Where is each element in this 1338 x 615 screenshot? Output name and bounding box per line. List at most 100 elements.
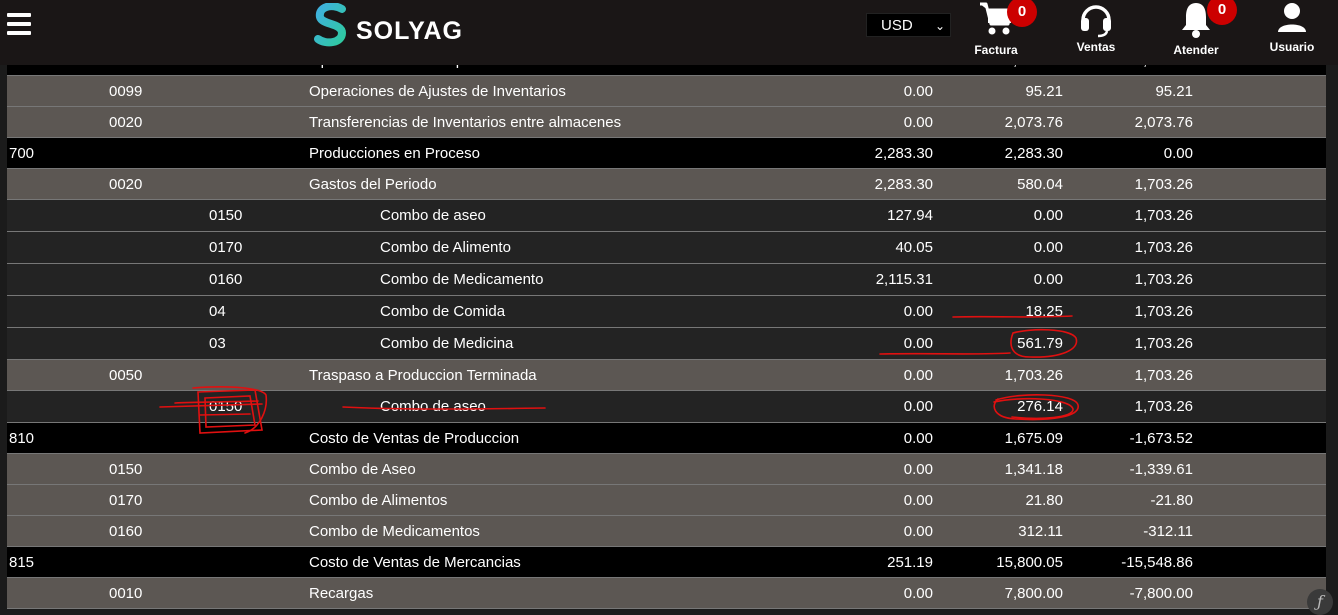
- item-code: 0150: [209, 207, 243, 224]
- credit-value: 312.11: [1018, 523, 1063, 540]
- account-code: 700: [9, 145, 35, 162]
- credit-value: 0.00: [1033, 271, 1063, 288]
- account-description: Operaciones de Ajustes de Inventarios: [309, 83, 566, 100]
- item-code: 0160: [209, 271, 243, 288]
- debit-value: 0.00: [903, 114, 933, 131]
- chevron-down-icon: ⌄: [934, 19, 945, 33]
- credit-value: 2,283.30: [1004, 145, 1063, 162]
- debit-value: 0.00: [903, 461, 933, 478]
- account-description: Combo de Comida: [380, 303, 506, 320]
- subaccount-code: 0010: [109, 585, 143, 602]
- factura-badge: 0: [1007, 0, 1037, 27]
- table-row: 0099 Operaciones de Ajustes de Inventario…: [7, 76, 1326, 107]
- user-icon: [1278, 3, 1306, 32]
- scrollbar[interactable]: [1326, 65, 1338, 615]
- credit-value: 7,800.00: [1004, 585, 1063, 602]
- item-code: 0170: [209, 239, 243, 256]
- balance-value: 1,703.26: [1134, 398, 1193, 415]
- headset-icon: [1081, 5, 1111, 38]
- table-row: 0150 Combo de Aseo 0.00 1,341.18 -1,339.61: [7, 454, 1326, 485]
- table-row: 0020 Transferencias de Inventarios entre …: [7, 107, 1326, 138]
- subaccount-code: 0050: [109, 367, 143, 384]
- usuario-button[interactable]: Usuario: [1266, 0, 1318, 54]
- account-code: 815: [9, 554, 35, 571]
- account-description: Combo de aseo: [380, 398, 486, 415]
- account-description: Recargas: [309, 585, 374, 602]
- balance-value: -1,339.61: [1129, 461, 1193, 478]
- credit-value: 1,703.26: [1004, 367, 1063, 384]
- balance-value: 1,703.26: [1134, 176, 1193, 193]
- account-description: Combo de Alimentos: [309, 492, 448, 509]
- account-description: Combo de Medicina: [380, 335, 514, 352]
- credit-value: 15,800.05: [996, 554, 1063, 571]
- credit-value: 1,341.18: [1004, 461, 1063, 478]
- table-row: 815 Costo de Ventas de Mercancias 251.19 15…: [7, 547, 1326, 578]
- debit-value: 0.00: [903, 430, 933, 447]
- debit-value: 0.00: [903, 335, 933, 352]
- debit-value: 0.00: [903, 492, 933, 509]
- credit-value: 1,675.09: [1004, 430, 1063, 447]
- account-description: Transferencias de Inventarios entre alma…: [309, 114, 622, 131]
- subaccount-code: 0020: [109, 176, 143, 193]
- account-description: Combo de Medicamentos: [309, 523, 480, 540]
- account-code: 810: [9, 430, 35, 447]
- hamburger-menu-icon[interactable]: [7, 13, 31, 35]
- table-row: 0160 Combo de Medicamentos 0.00 312.11 -312.…: [7, 516, 1326, 547]
- currency-select[interactable]: USD ⌄: [866, 13, 951, 37]
- table-row: 0170 Combo de Alimentos 0.00 21.80 -21.80: [7, 485, 1326, 516]
- debit-value: 127.94: [887, 207, 933, 224]
- credit-value: 95.21: [1025, 83, 1063, 100]
- account-description: Producciones en Proceso: [309, 145, 480, 162]
- table-row: 0150 Combo de aseo 127.94 0.00 1,703.26: [7, 200, 1326, 232]
- debit-value: 40.05: [895, 239, 933, 256]
- subaccount-code: 0150: [109, 461, 143, 478]
- balance-value: 1,703.26: [1134, 335, 1193, 352]
- top-navbar: SOLYAG USD ⌄ Factura 0 Ventas Atender 0: [0, 0, 1338, 65]
- credit-value: 18.25: [1025, 303, 1063, 320]
- debit-value: 2,115.31: [875, 271, 933, 288]
- debit-value: 0.00: [903, 523, 933, 540]
- balance-value: 1,703.26: [1134, 303, 1193, 320]
- balance-value: 2,073.76: [1134, 114, 1193, 131]
- balance-value: 1,703.26: [1134, 271, 1193, 288]
- account-description: Gastos del Periodo: [309, 176, 437, 193]
- atender-label: Atender: [1173, 43, 1219, 57]
- table-row: 0170 Combo de Alimento 40.05 0.00 1,703.26: [7, 232, 1326, 264]
- table-row: 810 Costo de Ventas de Produccion 0.00 1,67…: [7, 423, 1326, 454]
- table-row: 03 Combo de Medicina 0.00 561.79 1,703.26: [7, 328, 1326, 360]
- balance-value: -21.80: [1150, 492, 1193, 509]
- table-row: 0050 Traspaso a Produccion Terminada 0.00 1…: [7, 360, 1326, 391]
- currency-value: USD: [881, 17, 913, 34]
- account-description: Costo de Ventas de Produccion: [309, 430, 520, 447]
- debit-value: 2,283.30: [874, 145, 933, 162]
- ventas-label: Ventas: [1076, 40, 1116, 54]
- account-description: Traspaso a Produccion Terminada: [309, 367, 537, 384]
- account-description: Combo de Aseo: [309, 461, 416, 478]
- item-code: 04: [209, 303, 226, 320]
- brand-name: SOLYAG: [356, 17, 463, 45]
- debit-value: 0.00: [903, 398, 933, 415]
- balance-value: 1,703.26: [1134, 207, 1193, 224]
- symfony-toolbar-icon[interactable]: ƒ: [1307, 589, 1333, 615]
- credit-value: 276.14: [1017, 398, 1063, 415]
- credit-value: 0.00: [1033, 207, 1063, 224]
- account-description: Costo de Ventas de Mercancias: [309, 554, 521, 571]
- debit-value: 0.00: [903, 303, 933, 320]
- balance-value: -1,673.52: [1129, 430, 1193, 447]
- credit-value: 561.79: [1017, 335, 1063, 352]
- table-row: 700 Producciones en Proceso 2,283.30 2,283.…: [7, 138, 1326, 169]
- table-row: 0020 Gastos del Periodo 2,283.30 580.04 1,70…: [7, 169, 1326, 200]
- table-row: 0160 Combo de Medicamento 2,115.31 0.00 1,70…: [7, 264, 1326, 296]
- table-row: 0010 Recargas 0.00 7,800.00 -7,800.00: [7, 578, 1326, 609]
- debit-value: 0.00: [903, 585, 933, 602]
- solyag-logo[interactable]: [314, 3, 348, 47]
- item-code: 03: [209, 335, 226, 352]
- account-description: Combo de Alimento: [380, 239, 511, 256]
- debit-value: 251.19: [887, 554, 933, 571]
- account-description: Combo de aseo: [380, 207, 486, 224]
- item-code: 0150: [209, 398, 243, 415]
- account-description: Combo de Medicamento: [380, 271, 544, 288]
- balance-value: 1,703.26: [1134, 367, 1193, 384]
- ventas-button[interactable]: Ventas: [1072, 0, 1120, 54]
- credit-value: 2,073.76: [1004, 114, 1063, 131]
